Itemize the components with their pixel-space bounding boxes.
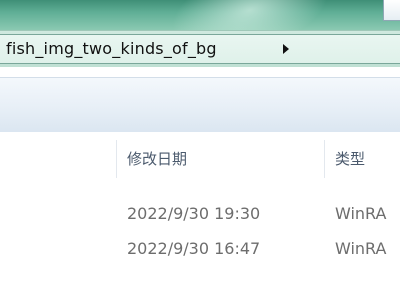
column-divider[interactable] <box>324 140 325 178</box>
column-header-type[interactable]: 类型 <box>335 148 365 169</box>
address-box[interactable]: fish_img_two_kinds_of_bg <box>0 34 400 64</box>
command-toolbar <box>0 77 400 133</box>
window-control-button[interactable] <box>383 0 400 21</box>
breadcrumb-folder[interactable]: fish_img_two_kinds_of_bg <box>6 39 217 58</box>
address-bar: fish_img_two_kinds_of_bg <box>0 30 400 67</box>
row-type: WinRA <box>335 204 387 223</box>
row-type: WinRA <box>335 239 387 258</box>
window-titlebar <box>0 0 400 30</box>
column-header-date-modified[interactable]: 修改日期 <box>127 148 187 169</box>
column-divider[interactable] <box>116 140 117 178</box>
row-date-modified: 2022/9/30 19:30 <box>127 204 261 223</box>
chevron-right-icon[interactable] <box>283 44 289 54</box>
row-date-modified: 2022/9/30 16:47 <box>127 239 261 258</box>
